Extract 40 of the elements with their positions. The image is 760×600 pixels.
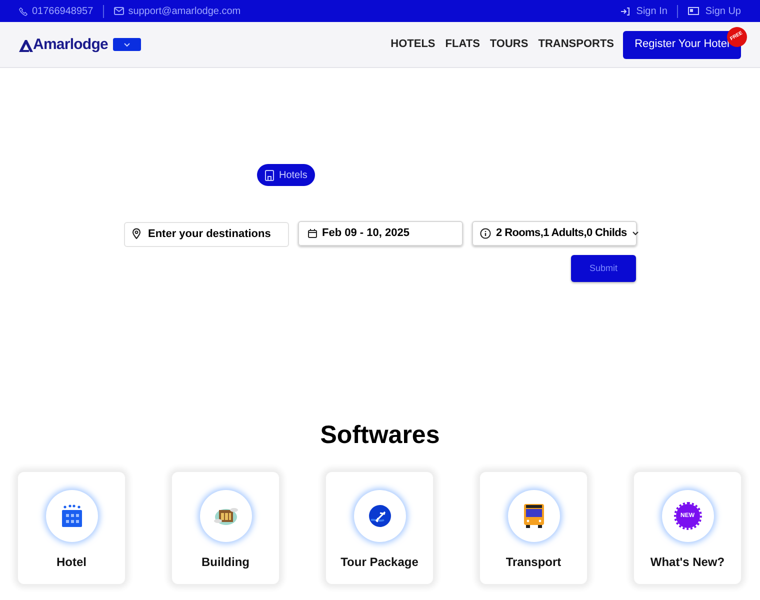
location-pin-icon bbox=[132, 228, 141, 239]
nav-link[interactable]: TOURS bbox=[490, 36, 528, 53]
building-icon bbox=[265, 170, 274, 180]
submit-button[interactable]: Submit bbox=[571, 255, 636, 282]
card-label: Transport bbox=[506, 554, 562, 571]
dropdown-button[interactable] bbox=[112, 38, 141, 51]
card-label: What's New? bbox=[650, 554, 725, 571]
guests-dropdown[interactable]: 2 Rooms,1 Adults,0 Childs bbox=[472, 221, 637, 246]
software-card[interactable]: Transport bbox=[480, 472, 587, 584]
software-card[interactable]: Tour Package bbox=[326, 472, 433, 584]
sign-up-link[interactable]: Sign Up bbox=[688, 4, 741, 18]
mail-icon bbox=[114, 7, 124, 15]
info-icon bbox=[480, 228, 491, 239]
logo[interactable]: Amarlodge bbox=[19, 37, 108, 52]
globe-plane-icon bbox=[368, 504, 392, 528]
nav-link[interactable]: TRANSPORTS bbox=[538, 36, 614, 53]
sign-in-link[interactable]: Sign In bbox=[620, 4, 668, 18]
phone-icon bbox=[19, 6, 28, 16]
card-label: Building bbox=[202, 554, 250, 571]
nav-link[interactable]: FLATS bbox=[445, 36, 480, 53]
phone-link[interactable]: 01766948957 bbox=[19, 4, 94, 18]
card-label: Hotel bbox=[56, 554, 86, 571]
logo-mark-icon bbox=[19, 40, 33, 52]
date-range-field[interactable]: Feb 09 - 10, 2025 bbox=[298, 221, 463, 246]
email-link[interactable]: support@amarlodge.com bbox=[114, 4, 241, 18]
hotels-tab[interactable]: Hotels bbox=[257, 164, 316, 186]
id-card-icon bbox=[688, 7, 700, 15]
section-title: Softwares bbox=[319, 420, 441, 450]
calendar-icon bbox=[308, 229, 317, 238]
building-drawing bbox=[212, 505, 238, 527]
login-icon bbox=[620, 6, 630, 16]
bus-icon bbox=[522, 503, 544, 529]
hotel-building-icon bbox=[60, 504, 84, 528]
software-card[interactable]: Building bbox=[172, 472, 279, 584]
card-label: Tour Package bbox=[340, 554, 418, 571]
chevron-down-icon bbox=[632, 231, 639, 236]
chevron-down-icon bbox=[124, 42, 130, 46]
destination-field[interactable]: Enter your destinations bbox=[124, 222, 289, 246]
nav-link[interactable]: HOTELS bbox=[390, 36, 436, 53]
software-card[interactable]: Hotel bbox=[18, 472, 125, 584]
